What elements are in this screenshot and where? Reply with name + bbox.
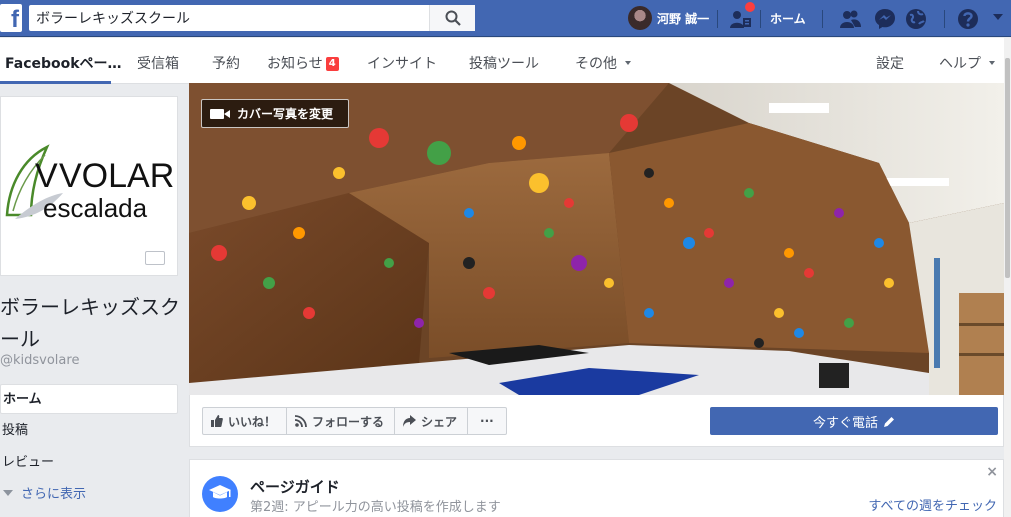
guide-title: ページガイド — [250, 478, 340, 496]
top-bar: f 河野 誠一 ホーム — [0, 0, 1011, 37]
see-all-weeks-link[interactable]: すべての週をチェック — [868, 495, 997, 514]
avatar — [628, 6, 652, 30]
scrollbar[interactable] — [1004, 38, 1011, 517]
divider — [944, 10, 945, 28]
tab-more[interactable]: その他 — [575, 53, 631, 73]
rss-icon — [295, 415, 307, 427]
more-dots-icon: ··· — [480, 414, 494, 428]
search-box — [29, 5, 475, 31]
search-input[interactable] — [29, 5, 429, 31]
friends-icon[interactable] — [838, 7, 862, 31]
share-arrow-icon — [403, 415, 417, 427]
profile-name: 河野 誠一 — [657, 11, 710, 26]
cover-photo[interactable] — [189, 83, 1004, 395]
page-title: ボラーレキッズスクール — [0, 295, 180, 351]
tab-notifications[interactable]: お知らせ 4 — [267, 53, 339, 73]
action-button-group: いいね！ フォローする シェア ··· — [202, 407, 507, 435]
svg-text:V: V — [35, 157, 58, 195]
page-admin-nav: Facebookペー… 受信箱 予約 お知らせ 4 インサイト 投稿ツール その他… — [0, 38, 1004, 84]
tab-inbox[interactable]: 受信箱 — [137, 53, 179, 73]
logo-subtitle: escalada — [43, 193, 148, 223]
search-icon — [445, 10, 461, 26]
divider — [760, 10, 761, 28]
call-now-label: 今すぐ電話 — [812, 415, 878, 431]
sidebar-item-reviews[interactable]: レビュー — [0, 448, 178, 478]
scrollbar-thumb[interactable] — [1005, 58, 1010, 278]
call-now-button[interactable]: 今すぐ電話 — [710, 407, 998, 435]
caret-down-icon — [625, 61, 631, 65]
expand-triangle-icon — [3, 490, 13, 496]
follow-button[interactable]: フォローする — [287, 407, 396, 435]
page-handle[interactable]: @kidsvolare — [0, 353, 79, 368]
facebook-logo-icon[interactable]: f — [0, 4, 22, 32]
change-cover-label: カバー写真を変更 — [237, 107, 334, 121]
home-link[interactable]: ホーム — [770, 10, 806, 27]
sidebar-item-home[interactable]: ホーム — [0, 384, 178, 414]
account-menu-chevron-down-icon[interactable] — [993, 14, 1003, 20]
volare-logo: V VOLARE escalada — [5, 144, 197, 223]
profile-link[interactable]: 河野 誠一 — [628, 6, 709, 30]
share-button[interactable]: シェア — [395, 407, 469, 435]
tab-help-label: ヘルプ — [939, 56, 981, 72]
active-tab-indicator — [0, 81, 111, 84]
more-options-button[interactable]: ··· — [468, 407, 507, 435]
pencil-edit-icon[interactable] — [884, 416, 895, 427]
tab-settings[interactable]: 設定 — [876, 53, 904, 73]
like-label: いいね！ — [228, 414, 277, 429]
guide-subtitle[interactable]: 第2週: アピール力の高い投稿を作成します — [250, 496, 501, 515]
change-cover-button[interactable]: カバー写真を変更 — [201, 99, 349, 128]
thumbs-up-icon — [211, 415, 223, 427]
like-button[interactable]: いいね！ — [202, 407, 288, 435]
sidebar-item-posts[interactable]: 投稿 — [0, 416, 178, 446]
notification-dot — [745, 2, 755, 12]
divider — [717, 10, 718, 28]
divider — [822, 10, 823, 28]
see-more-label: さらに表示 — [21, 487, 87, 502]
tab-help[interactable]: ヘルプ — [939, 53, 995, 73]
video-camera-icon — [210, 108, 230, 119]
globe-notifications-icon[interactable] — [904, 7, 928, 31]
follow-label: フォローする — [312, 414, 385, 429]
tab-bookings[interactable]: 予約 — [212, 53, 240, 73]
search-button[interactable] — [429, 5, 475, 31]
tab-notifications-label: お知らせ — [267, 56, 323, 72]
tab-facebook-page[interactable]: Facebookペー… — [5, 53, 122, 73]
camera-icon[interactable] — [145, 251, 165, 265]
page-action-bar: いいね！ フォローする シェア ··· 今すぐ電話 — [189, 395, 1004, 447]
tab-more-label: その他 — [575, 56, 617, 72]
tab-publishing-tools[interactable]: 投稿ツール — [469, 53, 539, 73]
graduation-cap-icon — [202, 476, 238, 512]
help-icon[interactable] — [956, 7, 980, 31]
caret-down-icon — [989, 61, 995, 65]
notification-count-badge: 4 — [325, 57, 339, 71]
close-icon[interactable]: × — [986, 464, 998, 480]
logo-wordmark: VOLARE — [59, 157, 177, 195]
page-guide-card: ページガイド 第2週: アピール力の高い投稿を作成します × すべての週をチェッ… — [189, 459, 1004, 517]
profile-picture[interactable]: V VOLARE escalada — [0, 96, 197, 276]
see-more-link[interactable]: さらに表示 — [3, 483, 86, 502]
messenger-icon[interactable] — [873, 7, 897, 31]
share-label: シェア — [421, 414, 458, 429]
tab-insights[interactable]: インサイト — [367, 53, 437, 73]
cover-photo-image — [189, 83, 1004, 395]
